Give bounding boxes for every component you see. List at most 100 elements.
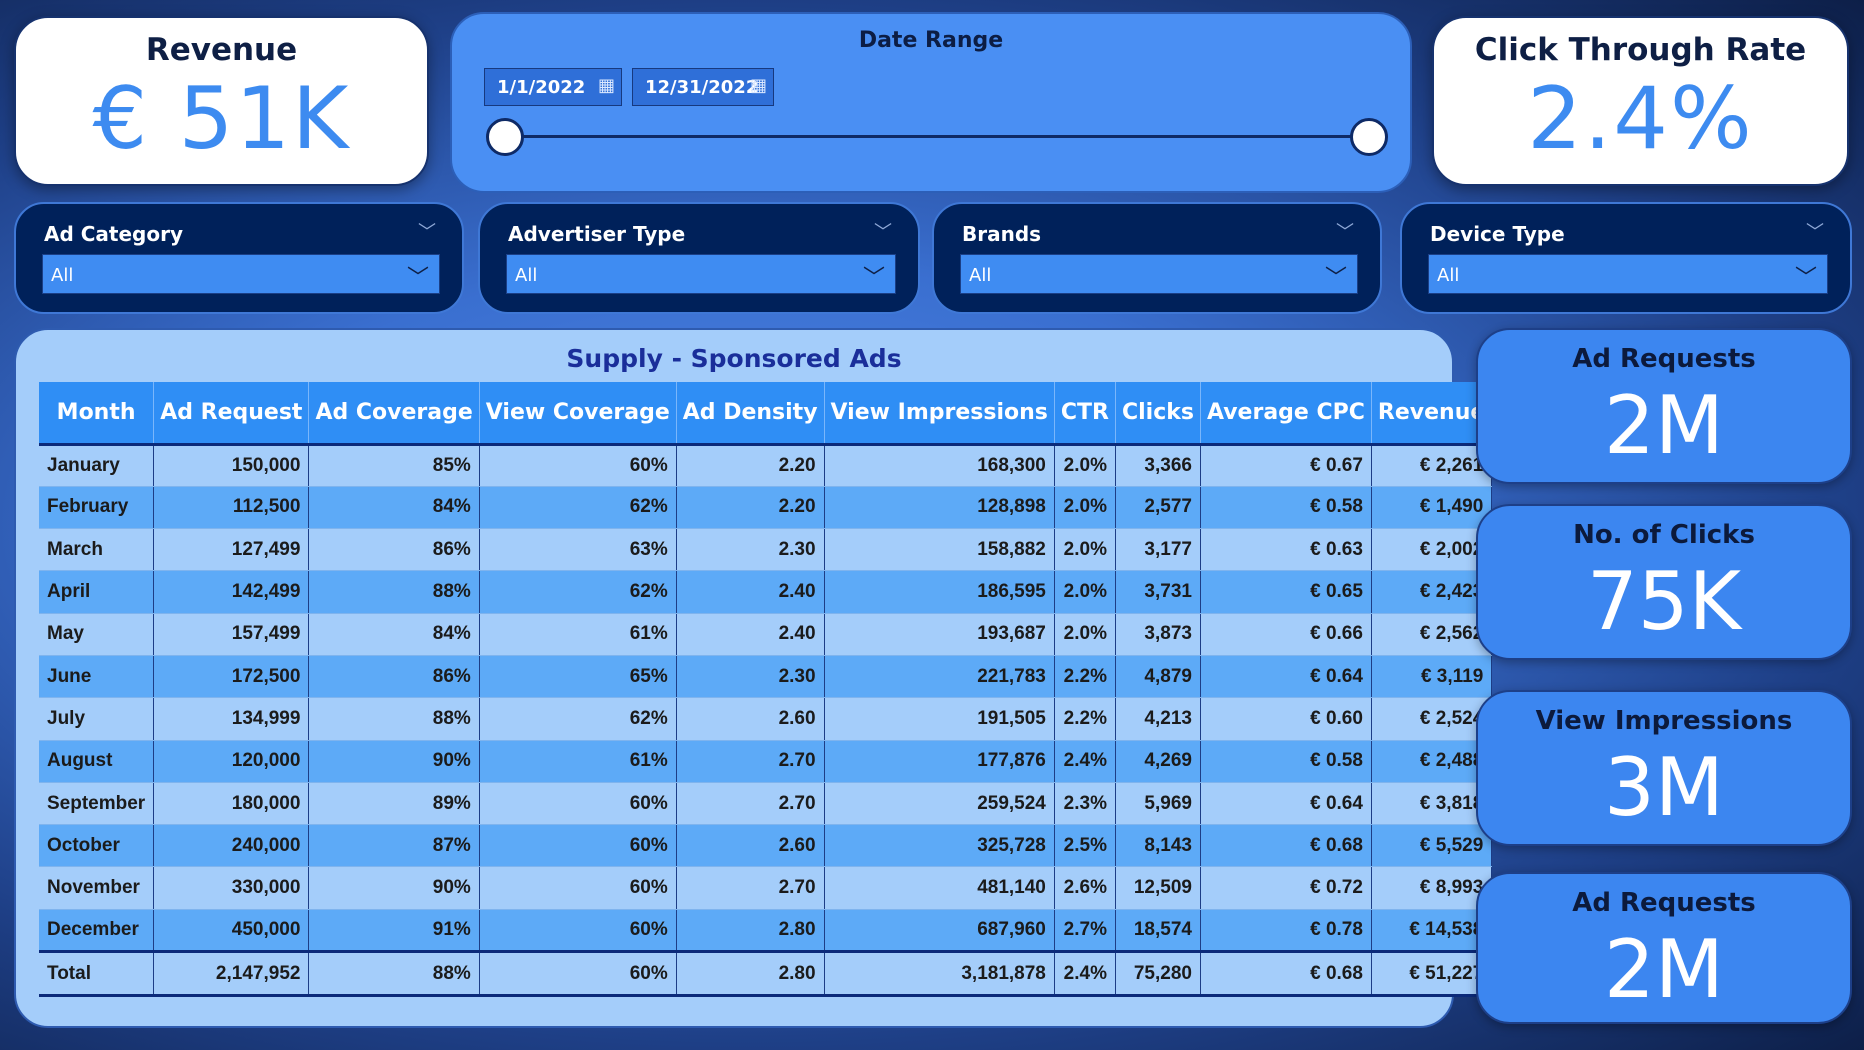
brands-label: Brands [962, 222, 1042, 246]
table-row[interactable]: March 127,499 86% 63% 2.30 158,882 2.0% 3,177 € … [39, 528, 1493, 572]
table-row[interactable]: December 450,000 91% 60% 2.80 687,960 2.7% 18,5… [39, 909, 1493, 953]
table-row[interactable]: November 330,000 90% 60% 2.70 481,140 2.6% 12,5… [39, 866, 1493, 910]
table-cell: 2.5% [1054, 824, 1116, 868]
chevron-down-icon[interactable]: ﹀ [863, 260, 885, 292]
table-cell: 2.0% [1054, 570, 1116, 614]
table-cell: 2.40 [676, 613, 825, 656]
table-cell: 128,898 [824, 486, 1055, 530]
table-cell: 2.3% [1054, 782, 1116, 826]
table-row[interactable]: June 172,500 86% 65% 2.30 221,783 2.2% 4,879 € 0… [39, 655, 1493, 699]
table-cell: 5,969 [1115, 782, 1201, 826]
table-row[interactable]: July 134,999 88% 62% 2.60 191,505 2.2% 4,213 € 0… [39, 697, 1493, 741]
table-cell: 142,499 [153, 570, 310, 614]
table-cell: € 14,538 [1371, 909, 1493, 953]
table-cell: 18,574 [1115, 909, 1201, 953]
table-cell: 88% [308, 570, 480, 614]
brands-dropdown[interactable]: All ﹀ [960, 254, 1358, 294]
table-row[interactable]: October 240,000 87% 60% 2.60 325,728 2.5% 8,143… [39, 824, 1493, 868]
impressions-card: View Impressions 3M [1476, 690, 1852, 846]
table-cell: € 0.63 [1200, 528, 1372, 572]
device-type-dropdown[interactable]: All ﹀ [1428, 254, 1828, 294]
advertiser-type-slicer: Advertiser Type ﹀ All ﹀ [478, 202, 920, 314]
column-header[interactable]: Clicks [1115, 382, 1201, 446]
table-cell: 60% [479, 444, 677, 487]
table-cell: 89% [308, 782, 480, 826]
month-cell: January [39, 444, 155, 487]
clicks-value: 75K [1586, 555, 1742, 648]
chevron-down-icon[interactable]: ﹀ [874, 218, 892, 244]
total-label: Total [39, 950, 155, 998]
table-cell: 2.20 [676, 486, 825, 530]
table-cell: 62% [479, 697, 677, 741]
table-cell: 2.40 [676, 570, 825, 614]
table-cell: € 0.64 [1200, 655, 1372, 699]
date-slider-start-handle[interactable] [486, 118, 524, 156]
table-row[interactable]: February 112,500 84% 62% 2.20 128,898 2.0% 2,57… [39, 486, 1493, 530]
table-cell: 4,879 [1115, 655, 1201, 699]
ad-category-dropdown[interactable]: All ﹀ [42, 254, 440, 294]
ad-requests-card-2: Ad Requests 2M [1476, 872, 1852, 1024]
column-header[interactable]: Month [39, 382, 155, 446]
table-cell: 481,140 [824, 866, 1055, 910]
table-cell: € 1,490 [1371, 486, 1493, 530]
chevron-down-icon[interactable]: ﹀ [1795, 260, 1817, 292]
table-cell: 2.6% [1054, 866, 1116, 910]
column-header[interactable]: View Impressions [824, 382, 1055, 446]
chevron-down-icon[interactable]: ﹀ [418, 218, 436, 244]
chevron-down-icon[interactable]: ﹀ [407, 260, 429, 292]
ad-requests-value: 2M [1604, 379, 1724, 472]
table-row[interactable]: August 120,000 90% 61% 2.70 177,876 2.4% 4,269 €… [39, 740, 1493, 783]
date-start-input[interactable]: 1/1/2022 ▦ [484, 68, 622, 106]
device-type-label: Device Type [1430, 222, 1565, 246]
table-cell: 4,269 [1115, 740, 1201, 783]
column-header[interactable]: Ad Request [153, 382, 310, 446]
date-range-slicer: Date Range 1/1/2022 ▦ 12/31/2022 ▦ [450, 12, 1412, 193]
table-cell: 2.60 [676, 697, 825, 741]
table-cell: 259,524 [824, 782, 1055, 826]
table-cell: € 2,488 [1371, 740, 1493, 783]
column-header[interactable]: Ad Coverage [308, 382, 480, 446]
column-header[interactable]: Revenue [1371, 382, 1493, 446]
advertiser-type-dropdown[interactable]: All ﹀ [506, 254, 896, 294]
date-end-input[interactable]: 12/31/2022 ▦ [632, 68, 774, 106]
total-cell: 2.80 [676, 950, 825, 998]
month-cell: March [39, 528, 155, 572]
table-cell: 3,873 [1115, 613, 1201, 656]
table-row[interactable]: September 180,000 89% 60% 2.70 259,524 2.3% 5,9… [39, 782, 1493, 826]
chevron-down-icon[interactable]: ﹀ [1336, 218, 1354, 244]
ctr-card: Click Through Rate 2.4% [1432, 16, 1849, 186]
total-cell: 88% [308, 950, 480, 998]
month-cell: December [39, 909, 155, 953]
column-header[interactable]: View Coverage [479, 382, 677, 446]
table-total-row: Total 2,147,952 88% 60% 2.80 3,181,878 2.4% 75,… [39, 950, 1493, 998]
table-cell: 88% [308, 697, 480, 741]
column-header[interactable]: CTR [1054, 382, 1116, 446]
date-slider-end-handle[interactable] [1350, 118, 1388, 156]
table-cell: 687,960 [824, 909, 1055, 953]
column-header[interactable]: Average CPC [1200, 382, 1372, 446]
table-cell: € 2,002 [1371, 528, 1493, 572]
table-row[interactable]: May 157,499 84% 61% 2.40 193,687 2.0% 3,873 € 0.… [39, 613, 1493, 656]
calendar-icon[interactable]: ▦ [598, 75, 615, 96]
table-row[interactable]: January 150,000 85% 60% 2.20 168,300 2.0% 3,366… [39, 444, 1493, 487]
month-cell: October [39, 824, 155, 868]
table-cell: € 0.60 [1200, 697, 1372, 741]
impressions-title: View Impressions [1535, 706, 1793, 736]
table-row[interactable]: April 142,499 88% 62% 2.40 186,595 2.0% 3,731 € … [39, 570, 1493, 614]
table-cell: 2.2% [1054, 655, 1116, 699]
month-cell: February [39, 486, 155, 530]
column-header[interactable]: Ad Density [676, 382, 825, 446]
chevron-down-icon[interactable]: ﹀ [1806, 218, 1824, 244]
chevron-down-icon[interactable]: ﹀ [1325, 260, 1347, 292]
calendar-icon[interactable]: ▦ [750, 75, 767, 96]
table-cell: 330,000 [153, 866, 310, 910]
month-cell: July [39, 697, 155, 741]
table-cell: 2.70 [676, 866, 825, 910]
table-cell: 3,731 [1115, 570, 1201, 614]
sponsored-ads-table: Month Ad Request Ad Coverage View Covera… [39, 382, 1493, 998]
ctr-title: Click Through Rate [1474, 32, 1807, 68]
date-slider-track[interactable] [507, 135, 1367, 138]
table-cell: 60% [479, 782, 677, 826]
advertiser-type-label: Advertiser Type [508, 222, 686, 246]
date-end-value: 12/31/2022 [645, 77, 759, 98]
